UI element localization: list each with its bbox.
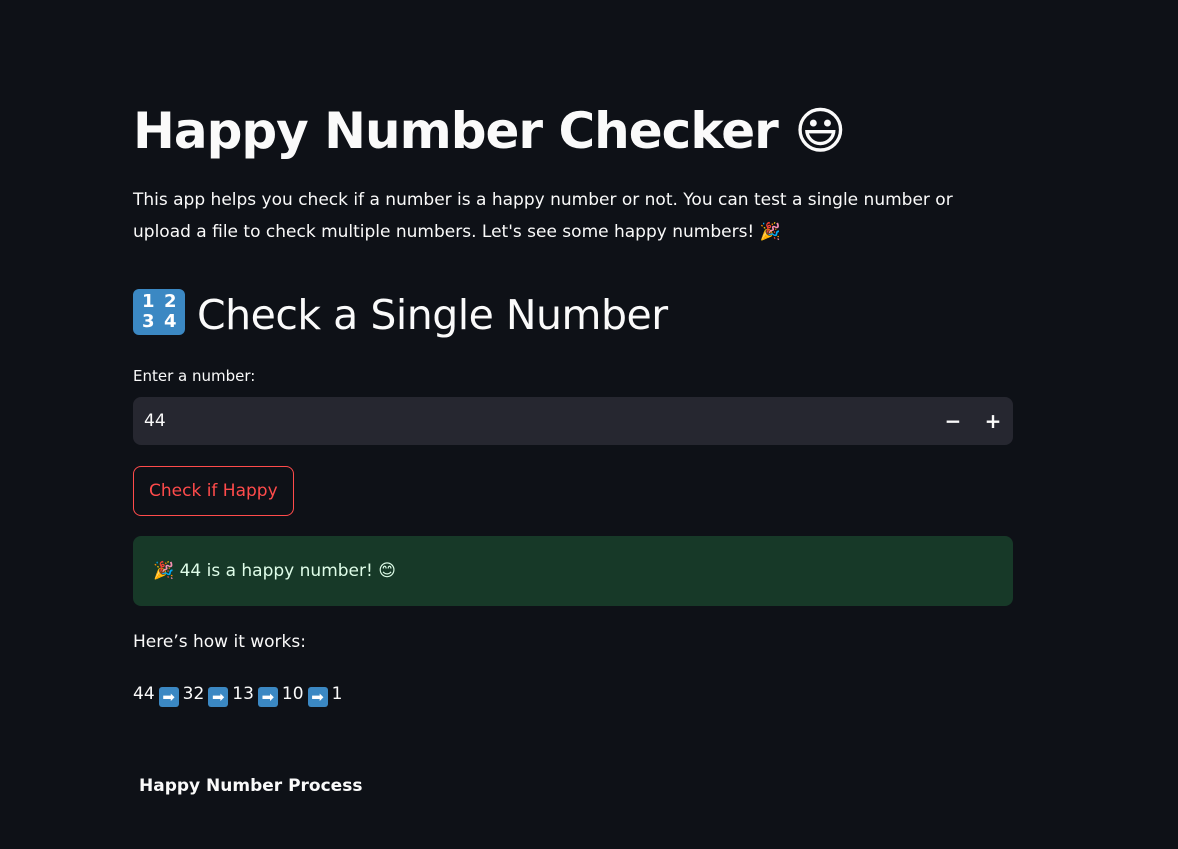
- sequence-number: 1: [331, 684, 343, 704]
- number-input[interactable]: 44 − +: [133, 397, 1013, 445]
- keycap-digit: 2: [163, 291, 177, 312]
- chart-title: Happy Number Process: [139, 776, 363, 796]
- check-if-happy-button[interactable]: Check if Happy: [133, 466, 294, 516]
- arrow-right-icon: ➡: [307, 687, 328, 707]
- intro-text: This app helps you check if a number is …: [133, 190, 953, 242]
- keycap-digit: 1: [141, 291, 155, 312]
- sequence-number: 13: [232, 684, 254, 704]
- page-title: Happy Number Checker 😃: [133, 102, 846, 160]
- decrement-button[interactable]: −: [933, 401, 973, 441]
- sequence-number: 44: [133, 684, 155, 704]
- keycap-digit: 3: [141, 311, 155, 332]
- success-alert: 🎉 44 is a happy number! 😊: [133, 536, 1013, 606]
- number-input-label: Enter a number:: [133, 367, 256, 385]
- happy-sequence: 44 ➡ 32 ➡ 13 ➡ 10 ➡ 1: [133, 682, 346, 707]
- app-root: Happy Number Checker 😃 This app helps yo…: [0, 0, 1178, 849]
- sequence-number: 10: [281, 684, 304, 704]
- number-input-value[interactable]: 44: [144, 409, 166, 433]
- increment-button[interactable]: +: [973, 401, 1013, 441]
- sequence-number: 32: [182, 684, 205, 704]
- arrow-right-icon: ➡: [208, 687, 229, 707]
- section-title-text: Check a Single Number: [197, 291, 668, 339]
- how-it-works-label: Here’s how it works:: [133, 632, 306, 652]
- arrow-right-icon: ➡: [158, 687, 179, 707]
- arrow-right-icon: ➡: [257, 687, 278, 707]
- keycap-digit: 4: [163, 311, 177, 332]
- keycap-1234-icon: 1 2 3 4: [133, 289, 185, 335]
- section-title-single: 1 2 3 4 Check a Single Number: [133, 286, 668, 344]
